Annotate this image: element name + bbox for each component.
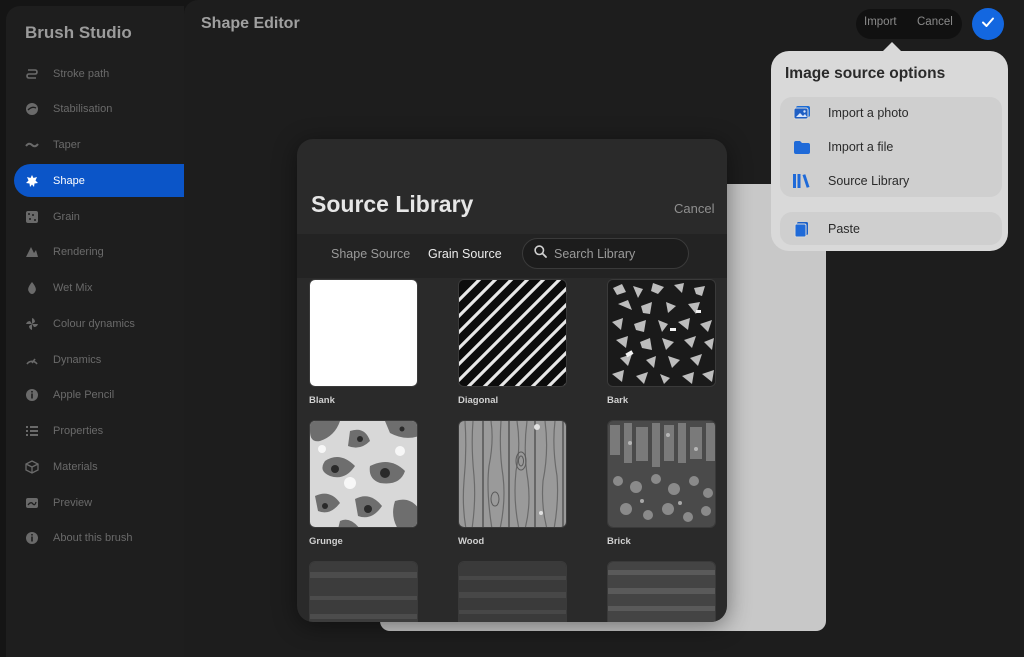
popover-item-label: Import a file (828, 140, 894, 154)
paste-option[interactable]: Paste (792, 219, 860, 239)
sidebar-item-label: Stroke path (53, 67, 110, 80)
sidebar-item-materials[interactable]: Materials (14, 450, 184, 483)
app-root: Brush Studio Stroke path Stabilisation T… (0, 0, 1024, 657)
clipboard-icon (792, 219, 812, 239)
sidebar-item-wet-mix[interactable]: Wet Mix (14, 272, 184, 305)
sidebar-item-stroke-path[interactable]: Stroke path (14, 57, 184, 90)
search-icon (534, 244, 547, 263)
library-icon (792, 171, 812, 191)
wet-mix-icon (24, 280, 40, 296)
source-library-option[interactable]: Source Library (792, 171, 909, 191)
tile-label: Blank (309, 395, 335, 406)
dynamics-icon (24, 352, 40, 368)
materials-icon (24, 459, 40, 475)
modal-title: Source Library (311, 191, 474, 217)
sidebar-item-label: Apple Pencil (53, 389, 115, 402)
sidebar-title: Brush Studio (25, 23, 132, 42)
tile-thumbnail (458, 279, 567, 387)
tab-shape-source[interactable]: Shape Source (331, 247, 410, 261)
apple-pencil-icon (24, 387, 40, 403)
cancel-button[interactable]: Cancel (917, 16, 953, 28)
import-photo-option[interactable]: Import a photo (792, 103, 909, 123)
sidebar-item-label: Preview (53, 496, 93, 509)
grain-icon (24, 209, 40, 225)
tile-label: Diagonal (458, 395, 499, 406)
tab-grain-source[interactable]: Grain Source (428, 247, 502, 261)
stabilisation-icon (24, 101, 40, 117)
colour-dynamics-icon (24, 316, 40, 332)
import-file-option[interactable]: Import a file (792, 137, 893, 157)
sidebar-item-shape[interactable]: Shape (14, 164, 184, 198)
page-title: Shape Editor (201, 15, 300, 32)
sidebar-item-label: Properties (53, 425, 104, 437)
sidebar-item-grain[interactable]: Grain (14, 200, 184, 233)
sidebar-item-rendering[interactable]: Rendering (14, 236, 184, 269)
library-tile[interactable] (458, 561, 567, 622)
sidebar-item-preview[interactable]: Preview (14, 486, 184, 519)
source-library-modal: Source Library Cancel Shape Source Grain… (297, 139, 727, 622)
tile-label: Grunge (309, 536, 343, 547)
tile-thumbnail (607, 561, 716, 622)
tile-thumbnail (607, 279, 716, 387)
photo-icon (792, 103, 812, 123)
stroke-path-icon (24, 66, 40, 82)
sidebar-item-label: Shape (53, 174, 85, 187)
taper-icon (24, 137, 40, 153)
sidebar: Brush Studio Stroke path Stabilisation T… (6, 6, 184, 657)
confirm-button[interactable] (972, 8, 1004, 40)
sidebar-item-label: Grain (53, 210, 80, 223)
library-tile-brick[interactable]: Brick (607, 420, 716, 547)
sidebar-item-label: Colour dynamics (53, 317, 135, 330)
popover-item-label: Source Library (828, 174, 910, 188)
paste-label: Paste (828, 222, 860, 236)
sidebar-item-label: Dynamics (53, 353, 102, 366)
modal-cancel-button[interactable]: Cancel (674, 201, 714, 216)
sidebar-item-label: Rendering (53, 246, 104, 259)
tile-label: Bark (607, 395, 629, 406)
tile-thumbnail (309, 561, 418, 622)
popover-title: Image source options (785, 65, 946, 82)
tile-thumbnail (607, 420, 716, 528)
import-button[interactable]: Import (864, 16, 897, 28)
folder-icon (792, 137, 812, 157)
library-tile[interactable] (309, 561, 418, 622)
tile-thumbnail (458, 561, 567, 622)
sidebar-item-label: About this brush (53, 532, 133, 545)
sidebar-item-taper[interactable]: Taper (14, 129, 184, 162)
sidebar-item-properties[interactable]: Properties (14, 415, 184, 448)
search-input[interactable] (554, 246, 684, 261)
library-tile-diagonal[interactable]: Diagonal (458, 279, 567, 406)
sidebar-item-label: Taper (53, 139, 81, 151)
sidebar-item-label: Materials (53, 460, 98, 473)
shape-icon (24, 173, 40, 189)
sidebar-item-about[interactable]: About this brush (14, 522, 184, 555)
popover-item-label: Import a photo (828, 106, 909, 120)
tile-label: Wood (458, 536, 485, 547)
sidebar-item-dynamics[interactable]: Dynamics (14, 343, 184, 376)
sidebar-item-colour-dynamics[interactable]: Colour dynamics (14, 307, 184, 340)
preview-icon (24, 495, 40, 511)
library-tile[interactable] (607, 561, 716, 622)
library-tile-grunge[interactable]: Grunge (309, 420, 418, 547)
tile-thumbnail (309, 420, 418, 528)
tile-thumbnail (458, 420, 567, 528)
sidebar-list: Stroke path Stabilisation Taper Shape Gr… (14, 57, 184, 558)
library-tile-wood[interactable]: Wood (458, 420, 567, 547)
sidebar-item-stabilisation[interactable]: Stabilisation (14, 93, 184, 126)
checkmark-icon (981, 15, 995, 34)
properties-icon (24, 423, 40, 439)
tile-label: Brick (607, 536, 631, 547)
sidebar-item-apple-pencil[interactable]: Apple Pencil (14, 379, 184, 412)
library-tile-bark[interactable]: Bark (607, 279, 716, 406)
library-tile-blank[interactable]: Blank (309, 279, 418, 406)
sidebar-item-label: Wet Mix (53, 282, 93, 294)
rendering-icon (24, 244, 40, 260)
search-field[interactable] (522, 238, 689, 269)
tile-thumbnail (309, 279, 418, 387)
about-icon (24, 530, 40, 546)
modal-tab-bar: Shape Source Grain Source (297, 234, 727, 278)
sidebar-item-label: Stabilisation (53, 103, 113, 116)
